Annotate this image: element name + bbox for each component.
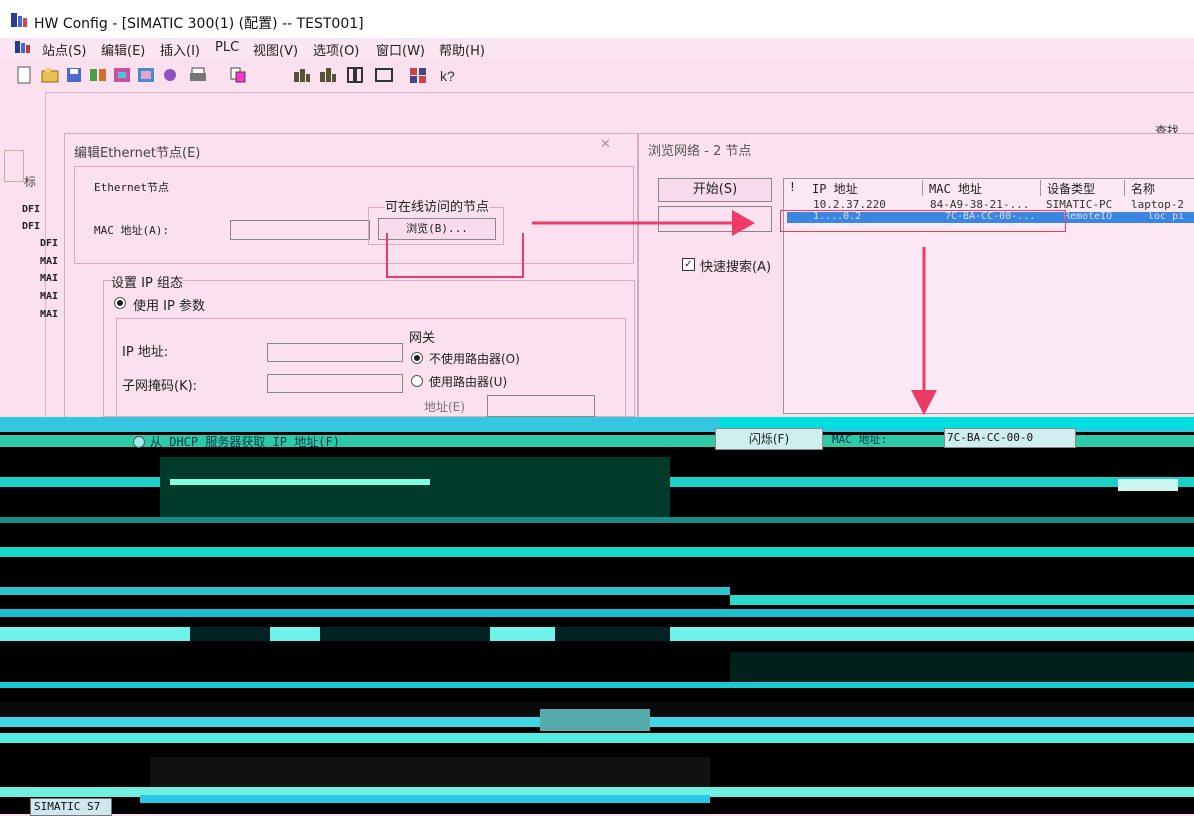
annotation-arrows [532,210,937,415]
dhcp-option-label: 从 DHCP 服务器获取 IP 地址(F) [150,435,340,449]
mac-display-label: MAC 地址: [832,433,888,446]
corrupted-lower-region [0,417,1194,814]
flash-button[interactable]: 闪烁(F) [715,428,823,450]
mac-display-value: 7C-BA-CC-00-0 [947,431,1034,444]
dhcp-radio[interactable] [133,436,145,448]
station-selector-label: SIMATIC S7 [34,800,101,813]
